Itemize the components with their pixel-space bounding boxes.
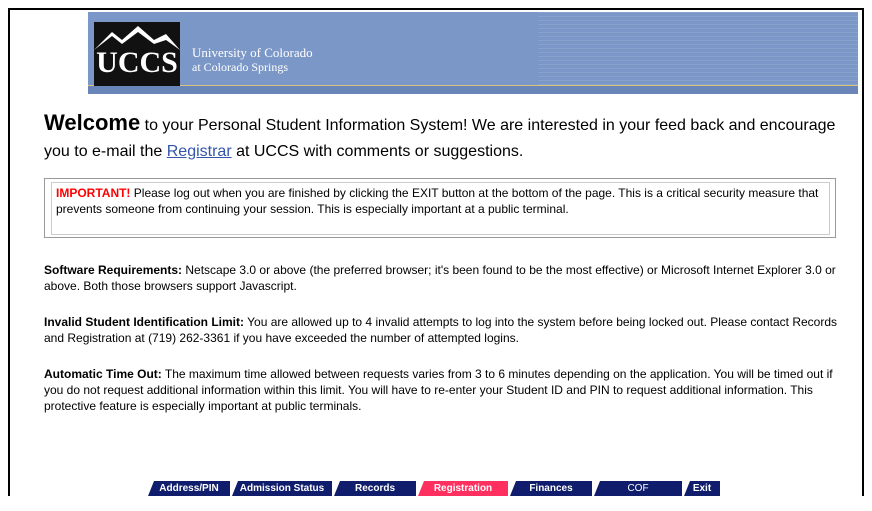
welcome-heading: Welcome: [44, 110, 141, 135]
tab-finances[interactable]: Finances: [510, 481, 592, 496]
automatic-time-out: Automatic Time Out: The maximum time all…: [44, 366, 844, 414]
registrar-link[interactable]: Registrar: [167, 143, 232, 160]
tab-cof-authorization[interactable]: COF Authorization: [594, 481, 682, 496]
section-title: Software Requirements:: [44, 263, 183, 277]
uccs-logo: UCCS: [94, 22, 180, 86]
section-title: Automatic Time Out:: [44, 367, 162, 381]
tab-records[interactable]: Records: [334, 481, 416, 496]
important-notice-box: IMPORTANT! Please log out when you are f…: [44, 178, 836, 238]
banner-bottom-stripe: [88, 86, 858, 94]
logo-text: UCCS: [96, 46, 178, 79]
welcome-text-2: at UCCS with comments or suggestions.: [231, 143, 524, 160]
section-title: Invalid Student Identification Limit:: [44, 315, 244, 329]
tab-registration[interactable]: Registration: [418, 481, 508, 496]
important-notice: IMPORTANT! Please log out when you are f…: [51, 182, 830, 235]
university-name: University of Colorado at Colorado Sprin…: [192, 45, 313, 75]
tab-admission-status[interactable]: Admission Status: [232, 481, 332, 496]
banner-decoration: [538, 12, 858, 94]
tab-exit[interactable]: Exit: [684, 481, 720, 496]
tab-address-pin[interactable]: Address/PIN: [148, 481, 230, 496]
university-line-1: University of Colorado: [192, 45, 313, 60]
section-text: The maximum time allowed between request…: [44, 367, 833, 413]
invalid-id-limit: Invalid Student Identification Limit: Yo…: [44, 314, 844, 346]
university-line-2: at Colorado Springs: [192, 60, 288, 74]
important-label: IMPORTANT!: [56, 186, 131, 200]
header-banner: UCCS University of Colorado at Colorado …: [88, 12, 858, 94]
software-requirements: Software Requirements: Netscape 3.0 or a…: [44, 262, 844, 294]
bottom-nav: Address/PIN Admission Status Records Reg…: [148, 481, 720, 496]
important-text: Please log out when you are finished by …: [56, 186, 819, 216]
welcome-message: Welcome to your Personal Student Informa…: [44, 110, 844, 165]
